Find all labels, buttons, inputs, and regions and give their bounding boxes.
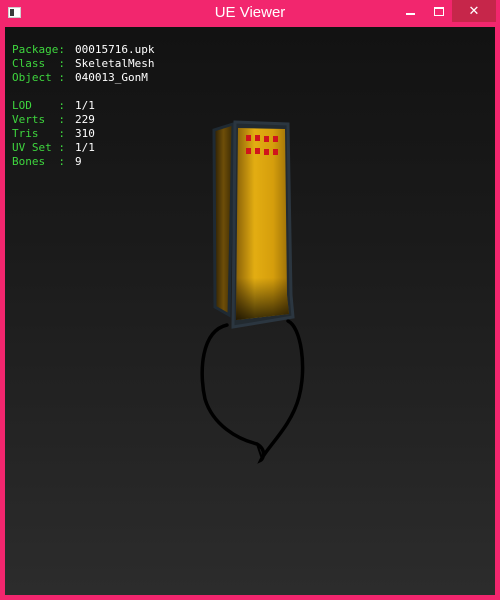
info-label: Tris : [12, 127, 65, 140]
title-bar[interactable]: UE Viewer ✕ [0, 0, 500, 27]
close-button[interactable]: ✕ [452, 0, 496, 22]
info-value: SkeletalMesh [75, 57, 155, 70]
mesh-side-panel [212, 121, 235, 318]
info-package: Package: 00015716.upk [12, 43, 154, 57]
info-label: Class : [12, 57, 65, 70]
mesh-info-panel: Package: 00015716.upk Class : SkeletalMe… [12, 43, 154, 169]
maximize-button[interactable] [426, 0, 452, 22]
info-label: Verts : [12, 113, 65, 126]
info-class: Class : SkeletalMesh [12, 57, 154, 71]
info-label: Object : [12, 71, 65, 84]
info-tris: Tris : 310 [12, 127, 154, 141]
info-verts: Verts : 229 [12, 113, 154, 127]
mesh-loop [200, 319, 305, 464]
info-label: Package: [12, 43, 65, 56]
3d-viewport[interactable]: Package: 00015716.upk Class : SkeletalMe… [5, 27, 495, 595]
minimize-button[interactable] [397, 0, 423, 22]
info-uvset: UV Set : 1/1 [12, 141, 154, 155]
info-value: 310 [75, 127, 95, 140]
info-bones: Bones : 9 [12, 155, 154, 169]
info-label: Bones : [12, 155, 65, 168]
info-value: 1/1 [75, 99, 95, 112]
maximize-icon [434, 6, 444, 16]
info-value: 040013_GonM [75, 71, 148, 84]
window-title: UE Viewer [214, 4, 286, 21]
info-object: Object : 040013_GonM [12, 71, 154, 85]
info-value: 00015716.upk [75, 43, 155, 56]
app-window: UE Viewer ✕ Package: 00015716.upk Class … [0, 0, 500, 600]
info-value: 1/1 [75, 141, 95, 154]
info-label: LOD : [12, 99, 65, 112]
minimize-icon [405, 13, 415, 15]
info-lod: LOD : 1/1 [12, 99, 154, 113]
info-label: UV Set : [12, 141, 65, 154]
info-value: 229 [75, 113, 95, 126]
info-value: 9 [75, 155, 82, 168]
close-icon: ✕ [468, 3, 480, 19]
